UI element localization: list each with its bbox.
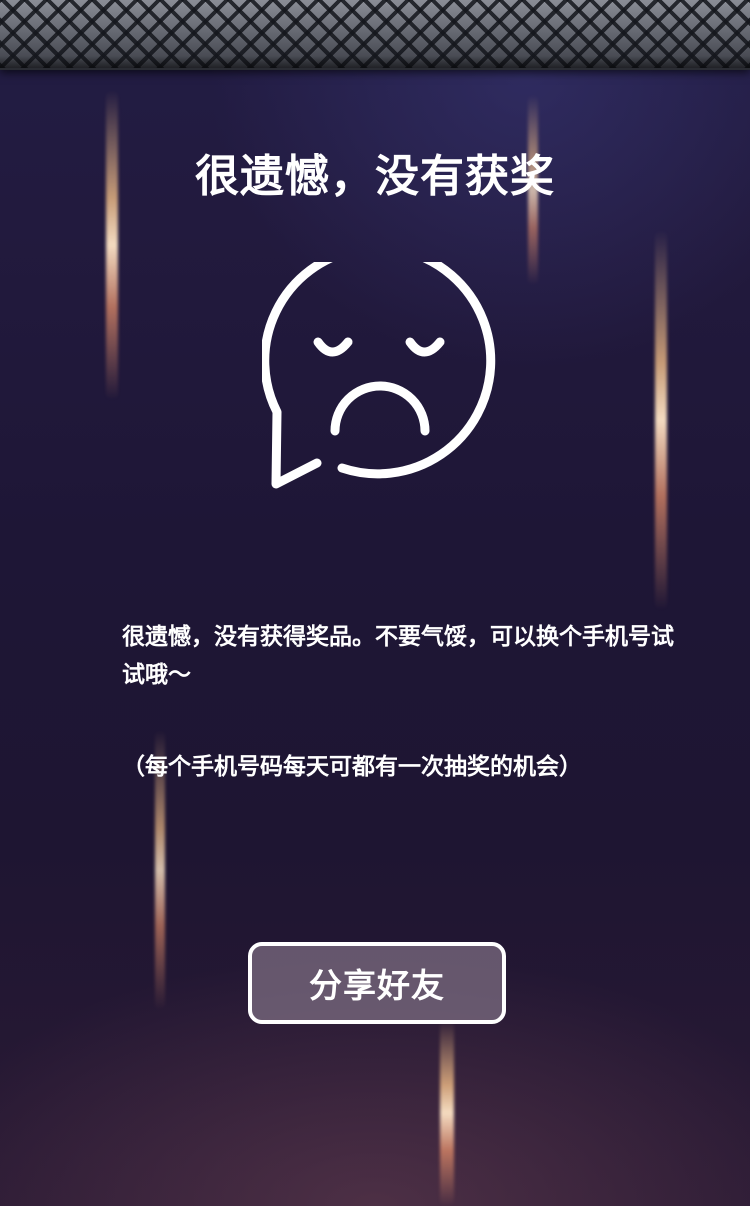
light-streak [440, 1020, 454, 1206]
sad-face-speech-bubble-icon [262, 262, 496, 489]
result-message: 很遗憾，没有获得奖品。不要气馁，可以换个手机号试试哦～ [122, 624, 674, 688]
decorative-top-band [0, 0, 750, 70]
share-friends-button[interactable]: 分享好友 [248, 942, 506, 1024]
result-page: 很遗憾，没有获奖 很遗憾，没有获得奖品。不要气馁，可以换个手机号试试哦～ （每个… [0, 0, 750, 1206]
page-title: 很遗憾，没有获奖 [195, 151, 555, 202]
daily-chance-note: （每个手机号码每天可都有一次抽奖的机会） [122, 754, 582, 780]
light-streak [655, 230, 667, 610]
light-streak [106, 90, 118, 400]
